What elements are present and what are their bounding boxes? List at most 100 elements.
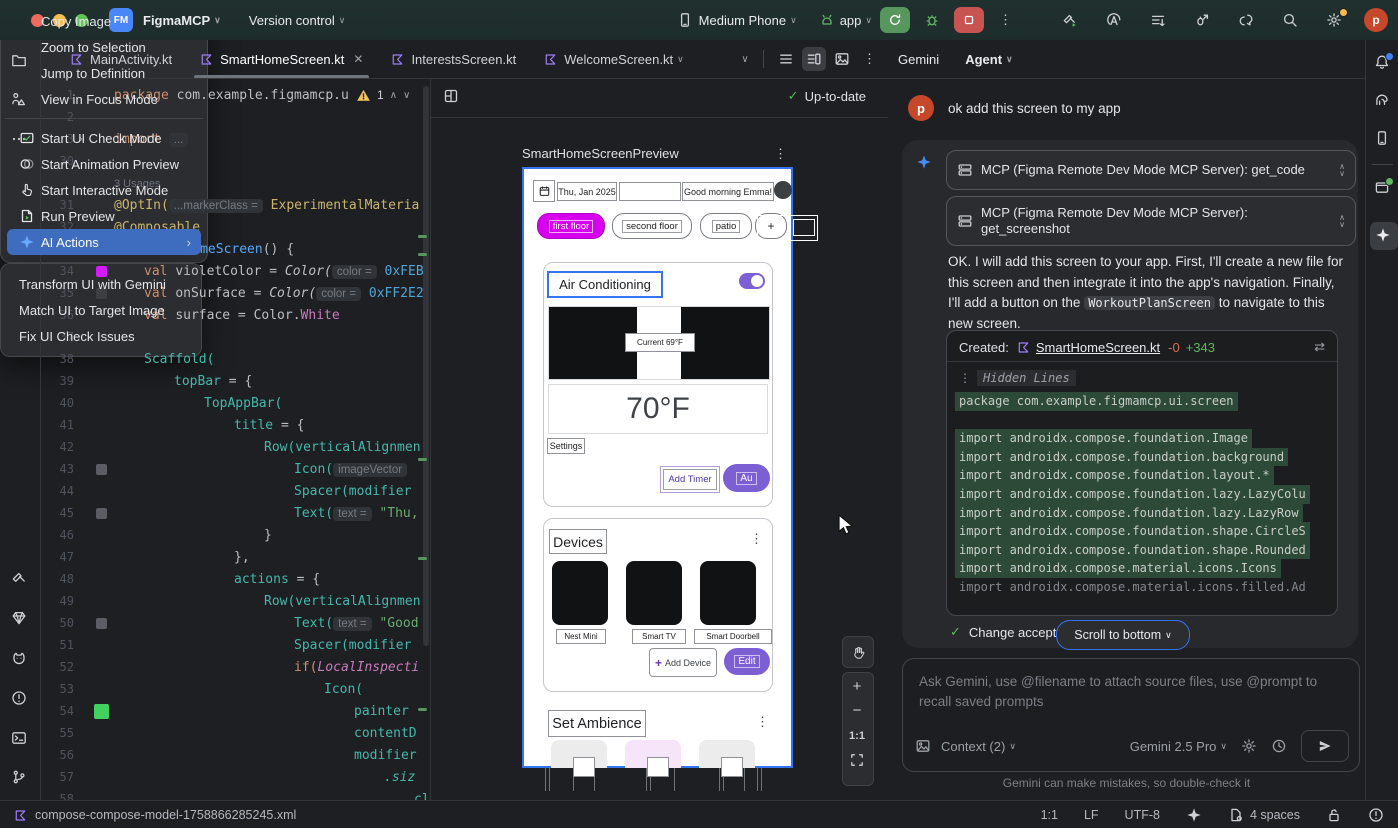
preview-layout-icon[interactable] [443, 88, 459, 104]
chat-settings-icon[interactable] [1241, 738, 1257, 754]
gem-tool-button[interactable] [11, 610, 29, 628]
problems-tool-button[interactable] [11, 690, 29, 708]
code-view-button[interactable] [774, 47, 798, 71]
color-swatch[interactable] [96, 464, 107, 475]
git-tool-button[interactable] [11, 769, 29, 787]
submenu-item-fix-ui-check-issues[interactable]: Fix UI Check Issues [7, 323, 195, 349]
running-devices-tool-button[interactable] [1374, 180, 1392, 198]
expand-icon[interactable]: ∧∨ [1339, 214, 1345, 228]
gemini-status-icon[interactable] [1186, 807, 1202, 823]
device-tile-nest-mini[interactable] [552, 561, 608, 625]
menu-item-view-in-focus-mode[interactable]: View in Focus Mode [7, 86, 201, 112]
tool-call-get-screenshot[interactable]: MCP (Figma Remote Dev Mode MCP Server): … [946, 196, 1356, 246]
file-encoding[interactable]: UTF-8 [1125, 808, 1160, 822]
indent-setting[interactable]: 4 spaces [1228, 807, 1300, 823]
device-phone-tool-button[interactable] [1374, 130, 1392, 148]
menu-item-start-interactive-mode[interactable]: Start Interactive Mode [7, 177, 201, 203]
menu-item-run-preview[interactable]: Run Preview [7, 203, 201, 229]
chip-patio[interactable]: patio [700, 213, 752, 239]
menu-item-start-animation-preview[interactable]: Start Animation Preview [7, 151, 201, 177]
profiler-button[interactable] [1100, 7, 1128, 33]
chip-first-floor[interactable]: first floor [537, 213, 605, 239]
debug-button[interactable] [918, 7, 946, 33]
zoom-in-button[interactable]: + [842, 678, 872, 695]
search-everywhere-button[interactable] [1276, 7, 1304, 33]
add-device-button[interactable]: +Add Device [649, 648, 717, 677]
selection-handle[interactable] [793, 219, 815, 236]
send-button[interactable] [1301, 730, 1349, 762]
hidden-lines-toggle[interactable]: ⋮ Hidden Lines [959, 370, 1337, 386]
editor-options-menu[interactable]: ⋮ [858, 47, 882, 71]
gemini-sparkle-tool-button[interactable] [1370, 222, 1398, 250]
phone-preview[interactable]: Thu, Jan 2025 Good morning Emma! first f… [522, 167, 793, 768]
zoom-ratio-button[interactable]: 1:1 [842, 730, 872, 742]
color-swatch[interactable] [94, 704, 109, 719]
run-configuration-selector[interactable]: app∨ [819, 12, 872, 28]
device-tile-smart-doorbell[interactable] [700, 561, 756, 625]
ac-toggle[interactable] [739, 273, 765, 289]
tab-agent[interactable]: Agent∨ [965, 52, 1012, 67]
expand-icon[interactable]: ∧∨ [1339, 163, 1345, 177]
scroll-to-bottom-button[interactable]: Scroll to bottom∨ [1056, 620, 1190, 650]
device-selector[interactable]: Medium Phone∨ [677, 12, 797, 28]
todo-button[interactable] [1144, 7, 1172, 33]
rerun-button[interactable] [880, 7, 910, 33]
created-file-link[interactable]: SmartHomeScreen.kt [1036, 340, 1160, 355]
chat-input-box[interactable]: Ask Gemini, use @filename to attach sour… [902, 658, 1360, 772]
ac-settings-label[interactable]: Settings [547, 438, 585, 454]
caret-position[interactable]: 1:1 [1041, 808, 1058, 822]
vcs-menu[interactable]: Version control∨ [249, 13, 346, 28]
edit-devices-button[interactable]: Edit [724, 648, 770, 675]
tab-interestsscreen-kt[interactable]: InterestsScreen.kt [377, 40, 530, 78]
line-ending[interactable]: LF [1084, 808, 1099, 822]
add-timer-button[interactable]: Add Timer [660, 466, 720, 493]
model-selector[interactable]: Gemini 2.5 Pro [1130, 739, 1217, 754]
split-view-button[interactable] [802, 47, 826, 71]
menu-item-jump-to-definition[interactable]: Jump to Definition [7, 60, 201, 86]
chip-second-floor[interactable]: second floor [612, 213, 692, 239]
bell-tool-button[interactable] [1374, 54, 1392, 72]
build-tool-button[interactable] [11, 570, 29, 588]
close-tab-icon[interactable]: ✕ [353, 52, 363, 66]
tab-gemini[interactable]: Gemini [898, 52, 939, 67]
gradle-elephant-tool-button[interactable] [1374, 92, 1392, 110]
editor-scrollbar[interactable] [423, 86, 429, 646]
tool-call-get-code[interactable]: MCP (Figma Remote Dev Mode MCP Server): … [946, 150, 1356, 190]
design-view-button[interactable] [830, 47, 854, 71]
zoom-fit-button[interactable] [842, 752, 872, 771]
tab-welcomescreen-kt[interactable]: WelcomeScreen.kt∨ [530, 40, 697, 78]
attach-debugger-button[interactable] [1188, 7, 1216, 33]
preview-options-menu[interactable]: ⋮ [774, 146, 788, 162]
menu-item-zoom-to-selection[interactable]: Zoom to Selection [7, 34, 201, 60]
pan-tool-button[interactable] [842, 636, 874, 668]
account-avatar[interactable]: p [1364, 8, 1388, 32]
hidden-tabs-chevron[interactable]: ∨ [733, 47, 757, 71]
tab-dropdown-icon[interactable]: ∨ [677, 54, 684, 65]
ai-code-actions-button[interactable] [1232, 7, 1260, 33]
inspections-status-icon[interactable] [1368, 807, 1384, 823]
attach-image-icon[interactable] [915, 738, 931, 754]
build-button[interactable] [1056, 7, 1084, 33]
ambience-menu[interactable]: ⋮ [756, 714, 770, 730]
menu-item-copy-image[interactable]: Copy Image [7, 8, 201, 34]
tab-smarthomescreen-kt[interactable]: SmartHomeScreen.kt✕ [186, 40, 377, 78]
submenu-item-match-ui-to-target-image[interactable]: Match UI to Target Image [7, 297, 195, 323]
submenu-item-transform-ui-with-gemini[interactable]: Transform UI with Gemini [7, 271, 195, 297]
terminal-tool-button[interactable] [11, 730, 29, 748]
ac-auto-button[interactable]: Au [723, 464, 770, 492]
lock-open-icon[interactable] [1326, 807, 1342, 823]
inspection-widget[interactable]: 1 ∧ ∨ [352, 84, 414, 106]
device-tile-smart-tv[interactable] [626, 561, 682, 625]
menu-item-ai-actions[interactable]: AI Actions› [7, 229, 201, 255]
settings-button[interactable] [1320, 7, 1348, 33]
stop-button[interactable] [954, 7, 984, 33]
color-swatch[interactable] [96, 618, 107, 629]
chat-history-icon[interactable] [1271, 738, 1287, 754]
color-swatch[interactable] [96, 508, 107, 519]
logcat-tool-button[interactable] [11, 650, 29, 668]
devices-menu[interactable]: ⋮ [750, 531, 764, 547]
open-diff-icon[interactable]: ⇄ [1314, 339, 1325, 355]
context-selector[interactable]: Context (2) [941, 739, 1005, 754]
menu-item-start-ui-check-mode[interactable]: Start UI Check Mode [7, 125, 201, 151]
more-run-actions[interactable]: ⋮ [992, 7, 1020, 33]
